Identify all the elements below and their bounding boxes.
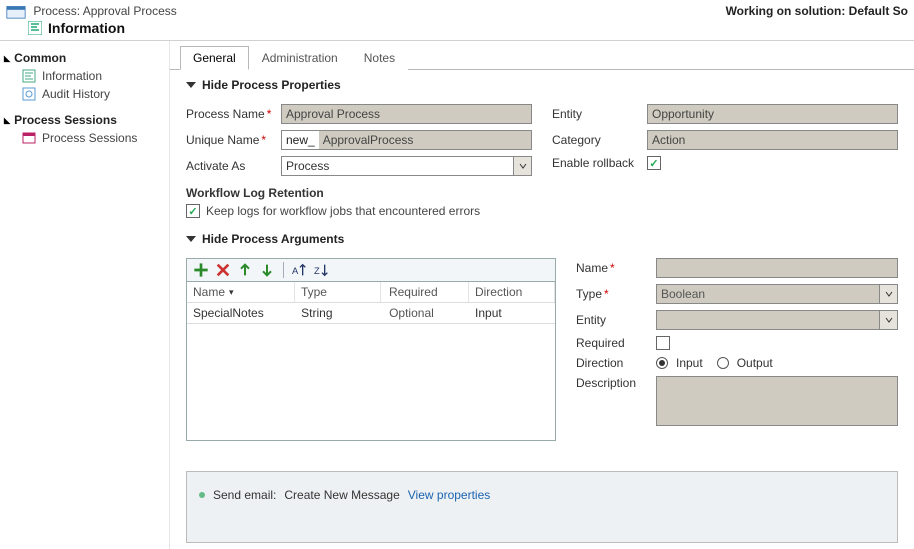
- field-entity: Opportunity: [647, 104, 898, 124]
- label-arg-entity: Entity: [576, 313, 656, 327]
- sidebar-item-process-sessions[interactable]: Process Sessions: [4, 129, 165, 147]
- tab-general[interactable]: General: [180, 46, 249, 70]
- sort-asc-button[interactable]: A: [292, 262, 308, 278]
- step-row[interactable]: Send email: Create New Message View prop…: [199, 488, 885, 502]
- audit-icon: [22, 87, 36, 101]
- sidebar-item-audit-history[interactable]: Audit History: [4, 85, 165, 103]
- label-arg-required: Required: [576, 336, 656, 350]
- checkbox-keep-logs[interactable]: [186, 204, 200, 218]
- radio-direction-output[interactable]: Output: [717, 356, 773, 370]
- grid-header-type[interactable]: Type: [295, 282, 381, 302]
- label-category: Category: [552, 133, 647, 147]
- select-activate-as[interactable]: Process: [281, 156, 532, 176]
- workflow-log-title: Workflow Log Retention: [186, 186, 898, 200]
- sidebar-section-sessions[interactable]: Process Sessions: [4, 113, 165, 127]
- chevron-down-icon: [879, 311, 897, 329]
- tab-notes[interactable]: Notes: [351, 46, 408, 70]
- tab-administration[interactable]: Administration: [249, 46, 351, 70]
- chevron-down-icon: [879, 285, 897, 303]
- step-title: Create New Message: [284, 488, 399, 502]
- view-properties-link[interactable]: View properties: [408, 488, 491, 502]
- move-up-button[interactable]: [237, 262, 253, 278]
- sessions-icon: [22, 131, 36, 145]
- field-unique-name[interactable]: ApprovalProcess: [319, 130, 532, 150]
- delete-argument-button[interactable]: [215, 262, 231, 278]
- field-category: Action: [647, 130, 898, 150]
- sidebar-item-information[interactable]: Information: [4, 67, 165, 85]
- step-prefix: Send email:: [213, 488, 276, 502]
- svg-text:Z: Z: [314, 266, 320, 276]
- toggle-process-arguments[interactable]: Hide Process Arguments: [186, 232, 898, 246]
- label-activate-as: Activate As: [186, 159, 281, 173]
- label-unique-name: Unique Name: [186, 133, 259, 147]
- label-arg-name: Name: [576, 261, 608, 275]
- sort-desc-button[interactable]: Z: [314, 262, 330, 278]
- grid-header-required[interactable]: Required: [383, 282, 469, 302]
- checkbox-arg-required[interactable]: [656, 336, 670, 350]
- label-arg-type: Type: [576, 287, 602, 301]
- move-down-button[interactable]: [259, 262, 275, 278]
- label-keep-logs: Keep logs for workflow jobs that encount…: [206, 204, 480, 218]
- unique-name-prefix: new_: [281, 130, 319, 150]
- info-icon: [28, 21, 42, 35]
- chevron-down-icon: [513, 157, 531, 175]
- radio-direction-input[interactable]: Input: [656, 356, 703, 370]
- page-title: Information: [48, 20, 125, 36]
- args-toolbar: A Z: [186, 258, 556, 281]
- process-icon: [6, 4, 26, 20]
- label-entity: Entity: [552, 107, 647, 121]
- grid-header-direction[interactable]: Direction: [469, 282, 555, 302]
- sidebar-section-common[interactable]: Common: [4, 51, 165, 65]
- checkbox-enable-rollback[interactable]: [647, 156, 661, 170]
- process-breadcrumb: Process: Approval Process: [6, 4, 177, 20]
- svg-text:A: A: [292, 266, 299, 276]
- label-arg-description: Description: [576, 376, 656, 390]
- steps-panel[interactable]: Send email: Create New Message View prop…: [186, 471, 898, 543]
- info-doc-icon: [22, 69, 36, 83]
- grid-header-name[interactable]: Name: [187, 282, 295, 302]
- label-process-name: Process Name: [186, 107, 265, 121]
- toggle-process-properties[interactable]: Hide Process Properties: [186, 78, 898, 92]
- label-arg-direction: Direction: [576, 356, 656, 370]
- add-argument-button[interactable]: [193, 262, 209, 278]
- textarea-arg-description[interactable]: [656, 376, 898, 426]
- solution-label: Working on solution: Default So: [726, 4, 908, 40]
- arguments-grid[interactable]: Name Type Required Direction SpecialNote…: [186, 281, 556, 441]
- step-bullet-icon: [199, 492, 205, 498]
- select-arg-entity[interactable]: [656, 310, 898, 330]
- field-process-name[interactable]: Approval Process: [281, 104, 532, 124]
- label-enable-rollback: Enable rollback: [552, 156, 647, 170]
- select-arg-type[interactable]: Boolean: [656, 284, 898, 304]
- grid-row[interactable]: SpecialNotes String Optional Input: [187, 303, 555, 324]
- input-arg-name[interactable]: [656, 258, 898, 278]
